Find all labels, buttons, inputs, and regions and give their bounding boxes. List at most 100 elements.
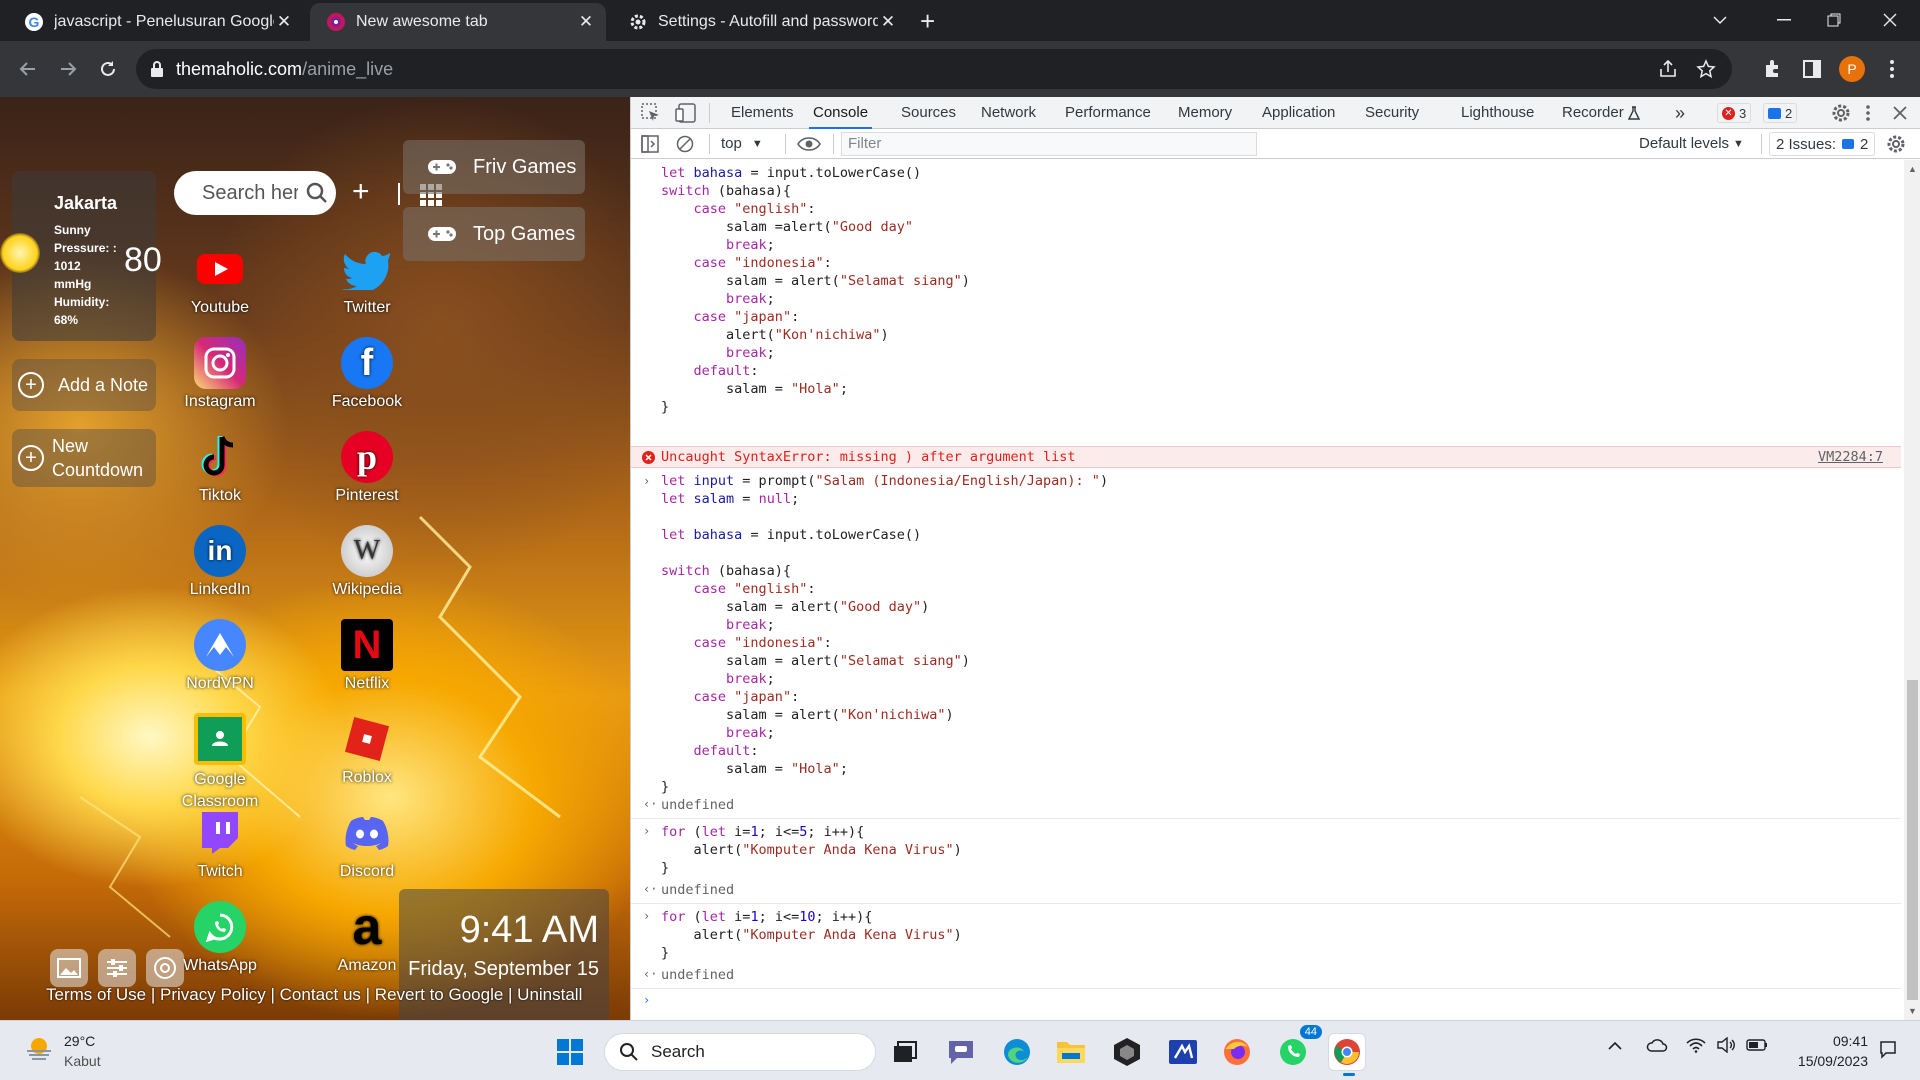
app-wikipedia[interactable]: W Wikipedia <box>307 525 427 599</box>
edge-icon[interactable] <box>998 1033 1036 1071</box>
issues-button[interactable]: 2 Issues: 2 <box>1769 132 1876 156</box>
menu-kebab-icon[interactable] <box>1876 53 1908 85</box>
wallpaper-icon[interactable] <box>50 949 88 987</box>
new-tab-button[interactable]: + <box>920 6 935 37</box>
settings-sliders-icon[interactable] <box>98 949 136 987</box>
console-scrollbar[interactable]: ▲ ▼ <box>1904 160 1920 1020</box>
taskbar-clock[interactable]: 09:41 15/09/2023 <box>1786 1031 1868 1071</box>
top-games-button[interactable]: Top Games <box>403 207 585 261</box>
tab-security[interactable]: Security <box>1365 97 1419 129</box>
reload-icon[interactable] <box>92 53 124 85</box>
add-shortcut-button[interactable]: + <box>352 177 370 207</box>
close-tab-icon[interactable]: ✕ <box>878 12 898 32</box>
app-pinterest[interactable]: p Pinterest <box>307 431 427 505</box>
app-youtube[interactable]: Youtube <box>160 243 280 317</box>
close-tab-icon[interactable]: ✕ <box>576 12 596 32</box>
scroll-up-icon[interactable]: ▲ <box>1908 164 1917 174</box>
tab-network[interactable]: Network <box>981 97 1036 129</box>
extensions-icon[interactable] <box>1756 53 1788 85</box>
restore-icon[interactable] <box>1804 0 1864 40</box>
tab-settings[interactable]: Settings - Autofill and passwords ✕ <box>612 3 908 41</box>
search-input[interactable]: Search here <box>174 171 336 215</box>
back-icon[interactable] <box>12 53 44 85</box>
console-prompt[interactable]: › <box>631 988 1901 1014</box>
app-facebook[interactable]: f Facebook <box>307 337 427 411</box>
weather-widget[interactable]: Jakarta Sunny Pressure: : 1012 mmHg Humi… <box>0 171 162 341</box>
app-twitch[interactable]: Twitch <box>160 807 280 881</box>
console-output[interactable]: let bahasa = input.toLowerCase() switch … <box>631 160 1901 1020</box>
close-window-icon[interactable] <box>1860 0 1920 40</box>
filter-input[interactable]: Filter <box>841 132 1257 156</box>
tab-search-icon[interactable] <box>1690 0 1750 40</box>
share-icon[interactable] <box>1658 59 1678 79</box>
inspect-element-icon[interactable] <box>641 103 661 123</box>
tab-performance[interactable]: Performance <box>1065 97 1151 129</box>
teams-chat-icon[interactable] <box>942 1033 980 1071</box>
close-devtools-icon[interactable] <box>1893 106 1907 120</box>
tab-memory[interactable]: Memory <box>1178 97 1232 129</box>
friv-games-button[interactable]: Friv Games <box>403 140 585 194</box>
device-toolbar-icon[interactable] <box>675 103 697 123</box>
new-countdown-button[interactable]: + New Countdown <box>12 429 156 487</box>
vs-code-icon[interactable] <box>1164 1033 1202 1071</box>
tab-application[interactable]: Application <box>1262 97 1335 129</box>
task-view-icon[interactable] <box>886 1033 924 1071</box>
console-settings-icon[interactable] <box>1886 134 1906 154</box>
settings-gear-icon[interactable] <box>1831 103 1851 123</box>
footer-links[interactable]: Terms of Use | Privacy Policy | Contact … <box>46 985 582 1005</box>
forward-icon[interactable] <box>52 53 84 85</box>
chrome-taskbar-icon[interactable] <box>1328 1033 1366 1076</box>
app-discord[interactable]: Discord <box>307 807 427 881</box>
volume-icon[interactable] <box>1716 1037 1736 1053</box>
search-icon[interactable] <box>306 182 328 204</box>
live-expression-eye-icon[interactable] <box>797 136 821 152</box>
whatsapp-taskbar-icon[interactable]: 44 <box>1274 1025 1322 1071</box>
message-counter[interactable]: 2 <box>1763 103 1798 123</box>
address-bar[interactable]: themaholic.com/anime_live <box>136 49 1732 89</box>
sidebar-toggle-icon[interactable] <box>641 135 659 153</box>
windows-start-icon[interactable] <box>551 1033 589 1071</box>
clear-console-icon[interactable] <box>676 135 694 153</box>
tab-lighthouse[interactable]: Lighthouse <box>1461 97 1534 129</box>
star-icon[interactable] <box>1696 59 1716 79</box>
app-nordvpn[interactable]: NordVPN <box>160 619 280 693</box>
notifications-icon[interactable] <box>1878 1039 1898 1059</box>
close-tab-icon[interactable]: ✕ <box>274 12 294 32</box>
error-counter[interactable]: ✕ 3 <box>1717 103 1752 123</box>
app-instagram[interactable]: Instagram <box>160 337 280 411</box>
tab-console[interactable]: Console <box>809 97 873 129</box>
chrome-icon[interactable] <box>146 949 184 987</box>
tab-google-search[interactable]: G javascript - Penelusuran Google ✕ <box>8 3 304 41</box>
add-note-button[interactable]: + Add a Note <box>12 359 156 411</box>
code-line: let bahasa = input.toLowerCase() <box>661 165 922 181</box>
onedrive-icon[interactable] <box>1646 1037 1668 1053</box>
tab-elements[interactable]: Elements <box>731 97 794 129</box>
tab-new-awesome[interactable]: New awesome tab ✕ <box>310 3 606 41</box>
app-roblox[interactable]: Roblox <box>307 713 427 787</box>
app-google-classroom[interactable]: Google Classroom <box>160 713 280 813</box>
app-tiktok[interactable]: Tiktok <box>160 431 280 505</box>
app-linkedin[interactable]: in LinkedIn <box>160 525 280 599</box>
more-tabs-icon[interactable]: » <box>1675 97 1685 129</box>
unity-icon[interactable] <box>1108 1033 1146 1071</box>
tab-recorder[interactable]: Recorder <box>1562 97 1624 129</box>
show-hidden-icons[interactable] <box>1608 1041 1622 1051</box>
context-selector[interactable]: top ▼ <box>721 135 763 152</box>
app-netflix[interactable]: N Netflix <box>307 619 427 693</box>
file-explorer-icon[interactable] <box>1052 1033 1090 1071</box>
taskbar-search[interactable]: Search <box>604 1033 876 1071</box>
tab-sources[interactable]: Sources <box>901 97 956 129</box>
scrollbar-thumb[interactable] <box>1907 680 1918 1000</box>
lock-icon[interactable] <box>150 61 164 77</box>
avatar[interactable]: P <box>1836 53 1868 85</box>
log-levels-dropdown[interactable]: Default levels ▼ <box>1639 135 1744 152</box>
error-source-link[interactable]: VM2284:7 <box>1818 449 1883 465</box>
wifi-icon[interactable] <box>1686 1037 1706 1053</box>
app-twitter[interactable]: Twitter <box>307 243 427 317</box>
weather-taskbar-icon[interactable] <box>24 1033 54 1063</box>
devtools-menu-icon[interactable] <box>1866 105 1870 121</box>
firefox-icon[interactable] <box>1218 1033 1256 1071</box>
side-panel-icon[interactable] <box>1796 53 1828 85</box>
scroll-down-icon[interactable]: ▼ <box>1908 1006 1917 1016</box>
battery-icon[interactable] <box>1746 1039 1768 1051</box>
